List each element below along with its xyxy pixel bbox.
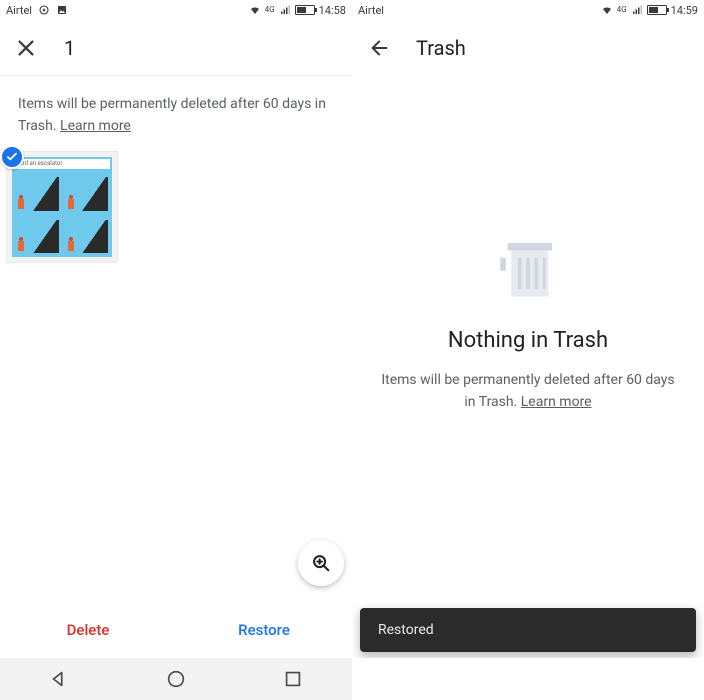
retention-notice: Items will be permanently deleted after … [0,76,352,151]
data-saver-icon [38,4,50,16]
network-type: 4G [265,6,275,14]
battery-icon [295,5,315,15]
back-icon[interactable] [48,668,70,690]
carrier-label: Airtel [6,4,32,17]
picture-icon [56,4,68,16]
status-bar: Airtel 4G 14:59 [352,0,704,20]
restore-button[interactable]: Restore [176,621,352,639]
back-arrow-icon[interactable] [368,36,392,60]
zoom-button[interactable] [298,540,344,586]
signal-icon [631,4,643,16]
selection-count: 1 [64,36,75,60]
empty-heading: Nothing in Trash [448,328,608,353]
selection-appbar: 1 [0,20,352,76]
screen-trash-selection: Airtel 4G 14:58 [0,0,352,700]
recents-icon[interactable] [282,668,304,690]
learn-more-link[interactable]: Learn more [60,118,131,134]
signal-icon [279,4,291,16]
clock: 14:59 [671,4,698,17]
page-title: Trash [416,36,466,60]
clock: 14:58 [319,4,346,17]
trash-icon [491,230,565,304]
empty-state: Nothing in Trash Items will be permanent… [352,230,704,414]
wifi-icon [601,4,613,16]
trash-appbar: Trash [352,20,704,76]
system-navbar [352,658,704,700]
bottom-actions: Delete Restore [0,602,352,658]
close-icon[interactable] [14,36,38,60]
screen-trash-empty: Airtel 4G 14:59 Trash [352,0,704,700]
status-bar: Airtel 4G 14:58 [0,0,352,20]
snackbar: Restored [360,608,696,652]
empty-subtext: Items will be permanently deleted after … [378,369,678,414]
learn-more-link[interactable]: Learn more [521,394,592,410]
thumbnail-caption: oard an escalator [14,159,110,169]
system-navbar [0,658,352,700]
battery-icon [647,5,667,15]
carrier-label: Airtel [358,4,384,17]
home-icon[interactable] [165,668,187,690]
delete-button[interactable]: Delete [0,621,176,639]
photo-thumbnail[interactable]: oard an escalator [6,151,118,263]
snackbar-text: Restored [378,622,434,638]
network-type: 4G [617,6,627,14]
wifi-icon [249,4,261,16]
